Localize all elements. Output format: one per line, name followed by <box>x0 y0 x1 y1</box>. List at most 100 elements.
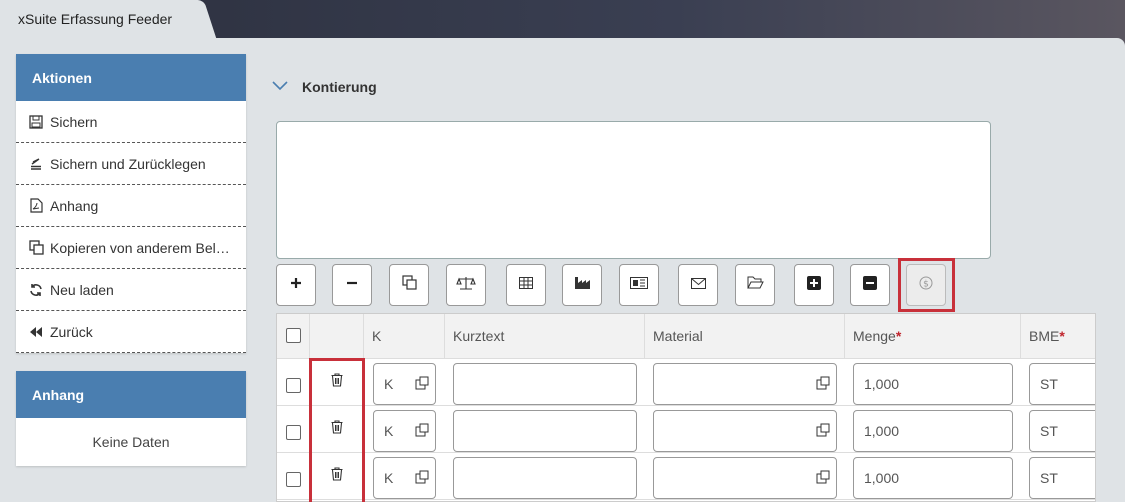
value-help-icon[interactable] <box>415 470 429 484</box>
open-folder-button[interactable] <box>735 264 775 306</box>
plus-square-icon <box>807 275 821 295</box>
newspaper-icon <box>630 276 648 294</box>
app-tab-title: xSuite Erfassung Feeder <box>18 11 173 27</box>
document-button[interactable] <box>619 264 659 306</box>
table-row: K 1,000 ST <box>277 359 1095 406</box>
table-view-button[interactable] <box>506 264 546 306</box>
required-marker: * <box>1059 328 1065 344</box>
header-menge-label: Menge <box>853 328 896 344</box>
k-value: K <box>384 423 394 439</box>
add-row-button[interactable] <box>276 264 316 306</box>
save-icon <box>28 114 44 130</box>
header-k[interactable]: K <box>364 314 445 359</box>
k-input[interactable]: K <box>373 410 436 452</box>
header-bme-label: BME <box>1029 328 1060 344</box>
bme-value: ST <box>1040 470 1058 486</box>
actions-title: Aktionen <box>16 54 246 101</box>
action-label: Sichern <box>50 113 98 130</box>
material-input[interactable] <box>653 410 837 452</box>
k-input[interactable]: K <box>373 457 436 499</box>
k-value: K <box>384 470 394 486</box>
plus-icon <box>290 276 302 294</box>
minus-icon <box>346 276 358 294</box>
delete-column-highlight <box>309 358 365 502</box>
attachment-box: Anhang Keine Daten <box>16 371 246 466</box>
action-sichern-zuruecklegen[interactable]: Sichern und Zurücklegen <box>16 143 246 185</box>
action-label: Neu laden <box>50 281 114 298</box>
kontierung-table: K Kurztext Material Menge* BME* K 1,000 … <box>276 313 1096 502</box>
action-label: Zurück <box>50 323 93 340</box>
app-tab[interactable]: xSuite Erfassung Feeder <box>0 0 204 38</box>
header-select-all[interactable] <box>277 314 310 359</box>
balance-button[interactable] <box>446 264 486 306</box>
copy-row-button[interactable] <box>389 264 429 306</box>
value-help-icon[interactable] <box>415 423 429 437</box>
k-value: K <box>384 376 394 392</box>
row-checkbox[interactable] <box>286 472 301 487</box>
k-input[interactable]: K <box>373 363 436 405</box>
action-zurueck[interactable]: Zurück <box>16 311 246 353</box>
action-neu-laden[interactable]: Neu laden <box>16 269 246 311</box>
action-sichern[interactable]: Sichern <box>16 101 246 143</box>
pdf-file-icon <box>28 198 44 214</box>
factory-icon <box>574 276 590 294</box>
header-menge[interactable]: Menge* <box>845 314 1021 359</box>
menge-input[interactable]: 1,000 <box>853 363 1013 405</box>
remove-row-button[interactable] <box>332 264 372 306</box>
minus-square-icon <box>863 275 877 295</box>
value-help-icon[interactable] <box>816 470 830 484</box>
action-label: Anhang <box>50 197 99 214</box>
value-help-icon[interactable] <box>415 376 429 390</box>
chevron-down-icon[interactable] <box>272 78 288 96</box>
attachment-empty-text: Keine Daten <box>92 434 170 450</box>
required-marker: * <box>895 328 902 344</box>
scale-icon <box>456 276 476 295</box>
currency-button-highlight <box>898 258 955 312</box>
table-row: K 1,000 ST <box>277 406 1095 453</box>
section-title: Kontierung <box>302 79 377 95</box>
attachment-title: Anhang <box>16 371 246 418</box>
bme-input[interactable]: ST <box>1029 363 1095 405</box>
row-checkbox[interactable] <box>286 378 301 393</box>
action-label: Sichern und Zurücklegen <box>50 155 206 172</box>
envelope-icon <box>690 276 706 294</box>
kurztext-input[interactable] <box>453 457 637 499</box>
header-material[interactable]: Material <box>645 314 845 359</box>
expand-all-button[interactable] <box>794 264 834 306</box>
copy-icon <box>28 240 44 256</box>
section-header[interactable]: Kontierung <box>272 78 377 96</box>
material-input[interactable] <box>653 457 837 499</box>
rewind-icon <box>28 324 44 340</box>
menge-input[interactable]: 1,000 <box>853 457 1013 499</box>
menge-input[interactable]: 1,000 <box>853 410 1013 452</box>
value-help-icon[interactable] <box>816 376 830 390</box>
stack-save-icon <box>28 156 44 172</box>
table-header: K Kurztext Material Menge* BME* <box>277 314 1095 359</box>
action-label: Kopieren von anderem Bel… <box>50 239 230 256</box>
table-row: K 1,000 ST <box>277 453 1095 500</box>
bme-input[interactable]: ST <box>1029 457 1095 499</box>
bme-value: ST <box>1040 376 1058 392</box>
header-bme[interactable]: BME* <box>1021 314 1095 359</box>
row-checkbox[interactable] <box>286 425 301 440</box>
table-icon <box>519 276 533 294</box>
action-anhang[interactable]: Anhang <box>16 185 246 227</box>
mail-button[interactable] <box>678 264 718 306</box>
action-kopieren[interactable]: Kopieren von anderem Bel… <box>16 227 246 269</box>
bme-input[interactable]: ST <box>1029 410 1095 452</box>
collapse-all-button[interactable] <box>850 264 890 306</box>
select-all-checkbox[interactable] <box>286 328 301 343</box>
actions-box: Aktionen Sichern Sichern und Zurücklegen… <box>16 54 246 353</box>
kurztext-input[interactable] <box>453 363 637 405</box>
value-help-icon[interactable] <box>816 423 830 437</box>
header-kurztext[interactable]: Kurztext <box>445 314 645 359</box>
material-input[interactable] <box>653 363 837 405</box>
kontierung-textarea[interactable] <box>276 121 991 259</box>
folder-open-icon <box>746 276 764 294</box>
refresh-icon <box>28 282 44 298</box>
plant-button[interactable] <box>562 264 602 306</box>
header-actions <box>310 314 364 359</box>
bme-value: ST <box>1040 423 1058 439</box>
kurztext-input[interactable] <box>453 410 637 452</box>
copy-icon <box>401 275 417 295</box>
